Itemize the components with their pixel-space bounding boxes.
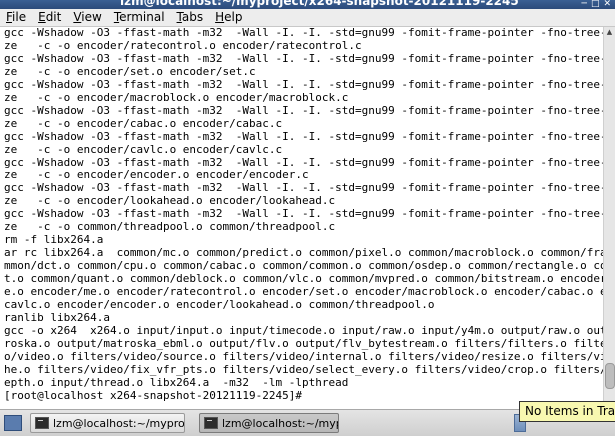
minimize-icon[interactable]: ─ (582, 0, 587, 9)
terminal-line: epth.o input/thread.o libx264.a -m32 -lm… (4, 375, 349, 389)
window-title: lzm@localhost:~/myproject/x264-snapshot-… (120, 0, 519, 8)
terminal-text: gcc -Wshadow -O3 -ffast-math -m32 -Wall … (0, 27, 603, 403)
show-desktop-icon[interactable] (4, 415, 22, 431)
taskbar-item-terminal-2[interactable]: lzm@localhost:~/mypro... (199, 413, 339, 433)
taskbar-item-label: lzm@localhost:~/mypro... (222, 416, 338, 430)
trash-tooltip: No Items in Trash (519, 401, 615, 422)
terminal-line: ze -c -o encoder/set.o encoder/set.c (4, 64, 256, 78)
terminal-line: e.o encoder/me.o encoder/ratecontrol.o e… (4, 285, 603, 299)
menu-bar: File Edit View Terminal Tabs Help (0, 9, 615, 27)
terminal-line: mmon/dct.o common/cpu.o common/cabac.o c… (4, 259, 603, 273)
terminal-line: ranlib libx264.a (4, 310, 110, 324)
terminal-line: gcc -Wshadow -O3 -ffast-math -m32 -Wall … (4, 181, 603, 195)
terminal-line: ze -c -o encoder/macroblock.o encoder/ma… (4, 90, 349, 104)
taskbar-item-label: lzm@localhost:~/mypro... (53, 416, 185, 430)
taskbar-item-terminal-1[interactable]: lzm@localhost:~/mypro... (30, 413, 185, 433)
terminal-line: ze -c -o encoder/lookahead.o encoder/loo… (4, 194, 336, 208)
menu-view[interactable]: View (67, 9, 107, 26)
terminal-line: ar rc libx264.a common/mc.o common/predi… (4, 246, 603, 260)
terminal-icon (204, 417, 218, 429)
terminal-line: he.o filters/video/fix_vfr_pts.o filters… (4, 362, 603, 376)
terminal-line: gcc -Wshadow -O3 -ffast-math -m32 -Wall … (4, 207, 603, 221)
terminal-line: ze -c -o encoder/ratecontrol.o encoder/r… (4, 38, 362, 52)
terminal-line: ze -c -o encoder/cabac.o encoder/cabac.c (4, 116, 283, 130)
terminal-line: gcc -Wshadow -O3 -ffast-math -m32 -Wall … (4, 51, 603, 65)
terminal-line: ze -c -o encoder/encoder.o encoder/encod… (4, 168, 309, 182)
maximize-icon[interactable]: □ (591, 0, 600, 9)
terminal-line: roska.o output/matroska_ebml.o output/fl… (4, 336, 603, 350)
terminal-line: gcc -Wshadow -O3 -ffast-math -m32 -Wall … (4, 103, 603, 117)
scrollbar-thumb[interactable] (605, 363, 615, 389)
terminal-icon (35, 417, 49, 429)
close-icon[interactable]: ✕ (603, 0, 611, 9)
terminal-line: [root@localhost x264-snapshot-20121119-2… (4, 388, 303, 402)
menu-terminal[interactable]: Terminal (108, 9, 171, 26)
terminal-line: gcc -Wshadow -O3 -ffast-math -m32 -Wall … (4, 77, 603, 91)
terminal-line: ze -c -o encoder/cavlc.o encoder/cavlc.c (4, 142, 283, 156)
terminal-line: cavlc.o encoder/encoder.o encoder/lookah… (4, 298, 435, 312)
menu-help[interactable]: Help (209, 9, 248, 26)
scroll-up-icon[interactable]: ▲ (604, 27, 615, 37)
terminal-line: gcc -Wshadow -O3 -ffast-math -m32 -Wall … (4, 129, 603, 143)
terminal-line: gcc -Wshadow -O3 -ffast-math -m32 -Wall … (4, 155, 603, 169)
window-controls: ─ □ ✕ (582, 0, 611, 9)
window-titlebar[interactable]: lzm@localhost:~/myproject/x264-snapshot-… (0, 0, 615, 9)
terminal-line: t.o common/quant.o common/deblock.o comm… (4, 272, 603, 286)
terminal-output[interactable]: gcc -Wshadow -O3 -ffast-math -m32 -Wall … (0, 27, 603, 409)
terminal-line: gcc -Wshadow -O3 -ffast-math -m32 -Wall … (4, 27, 603, 39)
menu-edit[interactable]: Edit (32, 9, 67, 26)
terminal-line: ze -c -o common/threadpool.o common/thre… (4, 220, 336, 234)
menu-tabs[interactable]: Tabs (171, 9, 210, 26)
terminal-line: rm -f libx264.a (4, 233, 104, 247)
terminal-scrollbar[interactable]: ▲ ▼ (603, 27, 615, 409)
terminal-line: gcc -o x264 x264.o input/input.o input/t… (4, 323, 603, 337)
terminal-line: o/video.o filters/video/source.o filters… (4, 349, 603, 363)
menu-file[interactable]: File (0, 9, 32, 26)
